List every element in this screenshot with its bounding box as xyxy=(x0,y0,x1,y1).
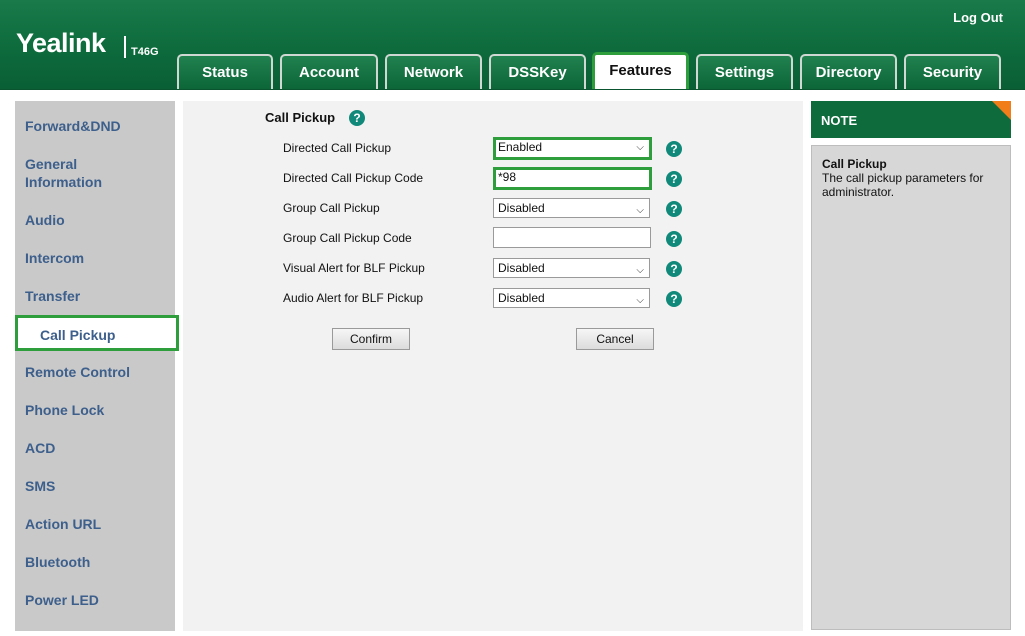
sidebar-item-action-url[interactable]: Action URL xyxy=(25,515,101,533)
visual-alert-blf-pickup-label: Visual Alert for BLF Pickup xyxy=(283,261,425,275)
group-call-pickup-code-label: Group Call Pickup Code xyxy=(283,231,412,245)
group-call-pickup-label: Group Call Pickup xyxy=(283,201,380,215)
chevron-down-icon: ⌵ xyxy=(636,142,644,153)
select-value: Disabled xyxy=(498,261,545,275)
directed-call-pickup-label: Directed Call Pickup xyxy=(283,141,392,155)
sidebar-item-audio[interactable]: Audio xyxy=(25,211,65,229)
sidebar-item-acd[interactable]: ACD xyxy=(25,439,55,457)
tab-network[interactable]: Network xyxy=(385,54,482,89)
help-icon[interactable]: ? xyxy=(349,110,365,126)
help-icon[interactable]: ? xyxy=(666,231,682,247)
chevron-down-icon: ⌵ xyxy=(636,205,644,216)
select-value: Disabled xyxy=(498,291,545,305)
tab-status[interactable]: Status xyxy=(177,54,273,89)
directed-call-pickup-select[interactable]: Enabled ⌵ xyxy=(493,137,652,160)
audio-alert-blf-pickup-select[interactable]: Disabled ⌵ xyxy=(493,288,650,308)
chevron-down-icon: ⌵ xyxy=(636,295,644,306)
sidebar-item-remote-control[interactable]: Remote Control xyxy=(25,363,130,381)
directed-call-pickup-code-input[interactable]: *98 xyxy=(493,167,652,190)
help-icon[interactable]: ? xyxy=(666,291,682,307)
section-title: Call Pickup xyxy=(265,110,336,125)
brand-divider xyxy=(124,36,126,58)
sidebar-item-sms[interactable]: SMS xyxy=(25,477,55,495)
note-heading: NOTE xyxy=(811,101,1011,138)
tab-directory[interactable]: Directory xyxy=(800,54,897,89)
tab-features[interactable]: Features xyxy=(592,52,689,89)
tab-security[interactable]: Security xyxy=(904,54,1001,89)
audio-alert-blf-pickup-label: Audio Alert for BLF Pickup xyxy=(283,291,424,305)
help-icon[interactable]: ? xyxy=(666,171,682,187)
cancel-button[interactable]: Cancel xyxy=(576,328,654,350)
visual-alert-blf-pickup-select[interactable]: Disabled ⌵ xyxy=(493,258,650,278)
sidebar-item-phone-lock[interactable]: Phone Lock xyxy=(25,401,104,419)
help-icon[interactable]: ? xyxy=(666,141,682,157)
sidebar-item-power-led[interactable]: Power LED xyxy=(25,591,99,609)
note-title: Call Pickup xyxy=(822,157,887,171)
sidebar-item-call-pickup[interactable]: Call Pickup xyxy=(15,315,179,351)
select-value: Disabled xyxy=(498,201,545,215)
model-label: T46G xyxy=(131,46,159,58)
help-icon[interactable]: ? xyxy=(666,201,682,217)
note-text: The call pickup parameters for administr… xyxy=(822,171,984,199)
logout-link[interactable]: Log Out xyxy=(953,10,1003,25)
group-call-pickup-select[interactable]: Disabled ⌵ xyxy=(493,198,650,218)
group-call-pickup-code-input[interactable] xyxy=(493,227,651,248)
sidebar-item-transfer[interactable]: Transfer xyxy=(25,287,80,305)
confirm-button[interactable]: Confirm xyxy=(332,328,410,350)
tab-dsskey[interactable]: DSSKey xyxy=(489,54,586,89)
note-corner-fold xyxy=(992,101,1011,120)
sidebar-item-general-information[interactable]: General Information xyxy=(25,155,102,191)
chevron-down-icon: ⌵ xyxy=(636,265,644,276)
sidebar-item-forward-dnd[interactable]: Forward&DND xyxy=(25,117,121,135)
top-header: Yealink T46G Log Out Status Account Netw… xyxy=(0,0,1025,90)
help-icon[interactable]: ? xyxy=(666,261,682,277)
note-panel: Call Pickup The call pickup parameters f… xyxy=(811,145,1011,630)
brand-logo: Yealink xyxy=(16,28,106,58)
directed-call-pickup-code-label: Directed Call Pickup Code xyxy=(283,171,424,185)
sidebar-item-intercom[interactable]: Intercom xyxy=(25,249,84,267)
tab-account[interactable]: Account xyxy=(280,54,378,89)
select-value: Enabled xyxy=(498,140,543,154)
sidebar-item-bluetooth[interactable]: Bluetooth xyxy=(25,553,90,571)
tab-settings[interactable]: Settings xyxy=(696,54,793,89)
